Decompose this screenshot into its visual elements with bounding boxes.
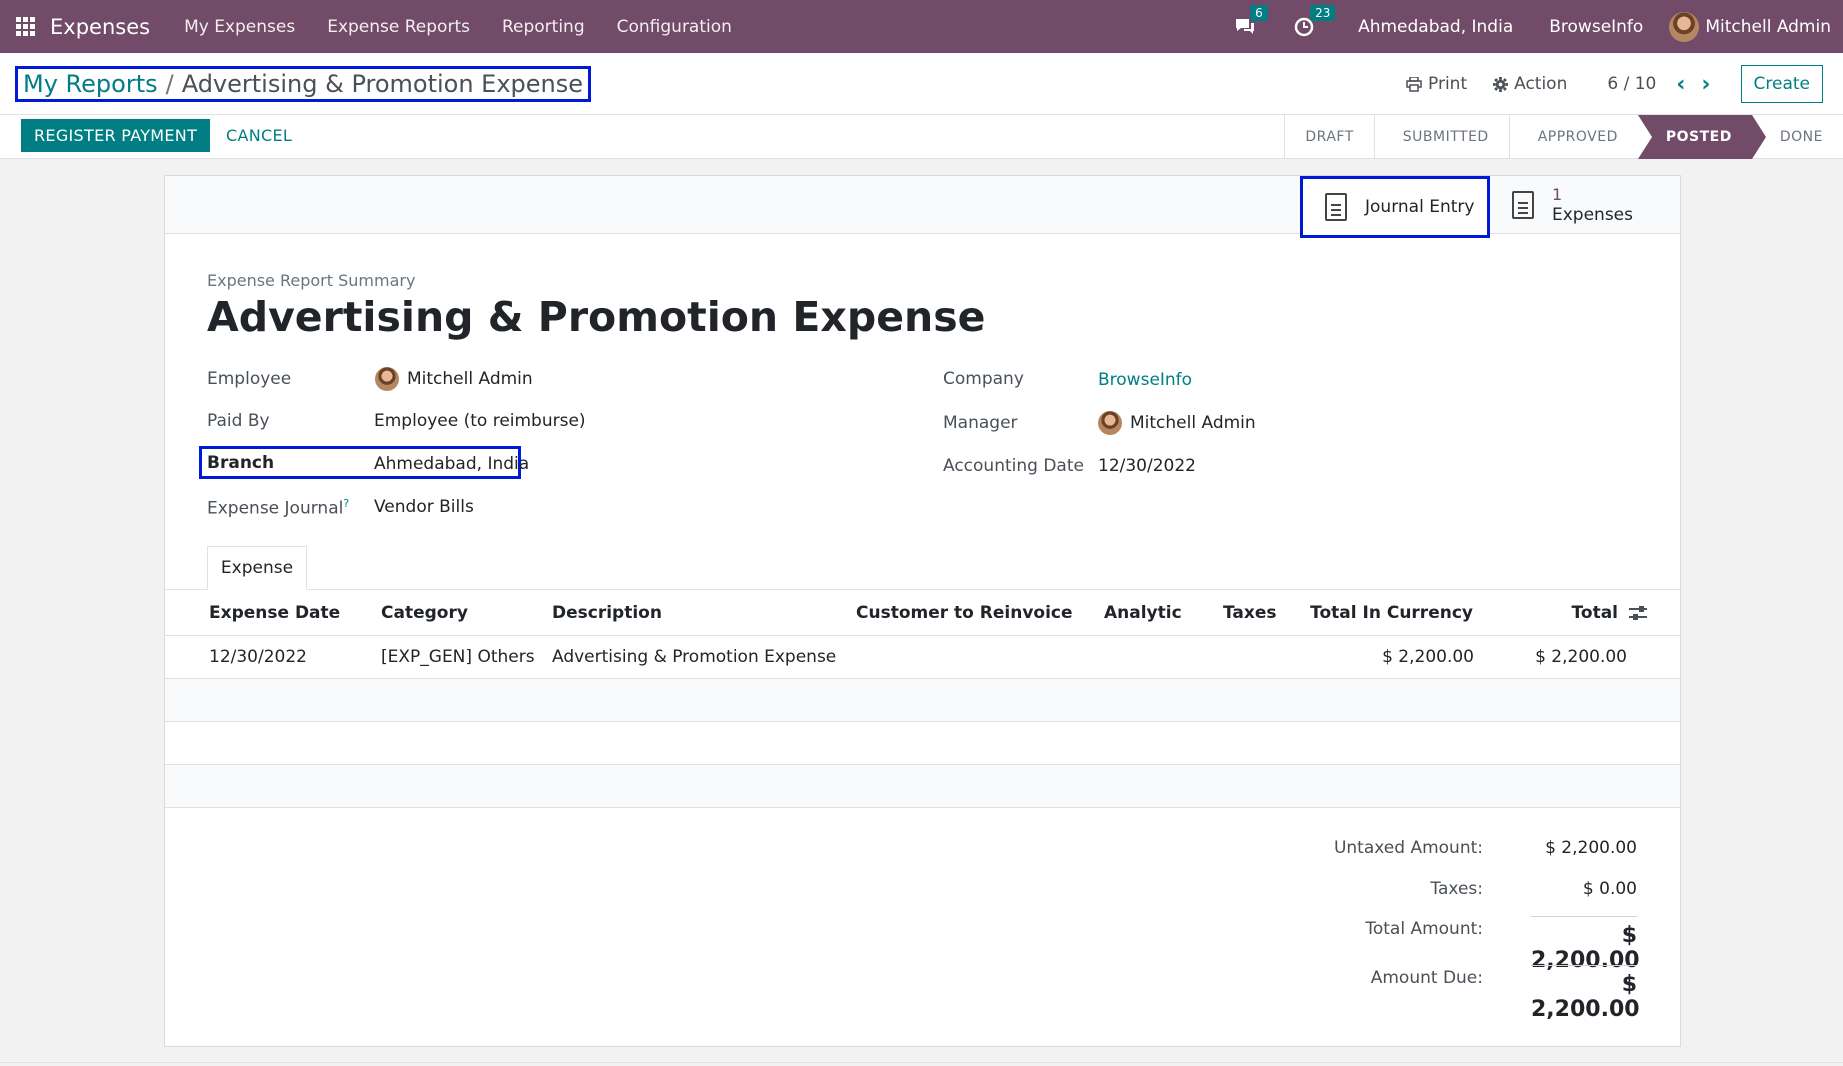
smart-button-box: Journal Entry 1 Expenses xyxy=(165,176,1680,238)
help-icon[interactable]: ? xyxy=(343,497,349,510)
pager-next-icon[interactable]: › xyxy=(1701,72,1710,97)
user-avatar xyxy=(1669,11,1700,42)
form-sheet: Journal Entry 1 Expenses Expense Report … xyxy=(164,175,1681,1047)
expense-journal-field[interactable]: Vendor Bills xyxy=(374,497,474,517)
user-menu[interactable]: Mitchell Admin xyxy=(1669,11,1843,42)
table-row-empty xyxy=(165,765,1680,808)
breadcrumb: My Reports / Advertising & Promotion Exp… xyxy=(15,66,592,102)
amount-due-label: Amount Due: xyxy=(1370,968,1483,988)
manager-value: Mitchell Admin xyxy=(1130,413,1256,433)
messages-button[interactable]: 6 xyxy=(1234,4,1268,37)
action-label: Action xyxy=(1514,74,1568,94)
expenses-smart-button[interactable]: 1 Expenses xyxy=(1512,176,1680,234)
user-name: Mitchell Admin xyxy=(1705,16,1831,37)
manager-avatar xyxy=(1098,411,1122,435)
row-description: Advertising & Promotion Expense xyxy=(552,647,837,667)
company-label: Company xyxy=(943,369,1024,389)
amount-due-value: $ 2,200.00 xyxy=(1531,965,1640,1022)
accounting-date-label: Accounting Date xyxy=(943,456,1084,476)
col-category[interactable]: Category xyxy=(381,603,468,623)
company-field[interactable]: BrowseInfo xyxy=(1098,370,1192,390)
expenses-count: 1 xyxy=(1552,185,1563,204)
menu-expense-reports[interactable]: Expense Reports xyxy=(311,17,486,37)
table-row[interactable]: 12/30/2022 [EXP_GEN] Others Advertising … xyxy=(165,636,1680,679)
stage-submitted[interactable]: SUBMITTED xyxy=(1373,115,1509,159)
register-payment-button[interactable]: REGISTER PAYMENT xyxy=(21,119,211,152)
paid-by-label: Paid By xyxy=(207,411,270,431)
tab-expense[interactable]: Expense xyxy=(207,546,307,590)
expenses-label: Expenses xyxy=(1552,205,1633,225)
stage-approved[interactable]: APPROVED xyxy=(1508,115,1638,159)
employee-avatar xyxy=(375,367,399,391)
table-row-empty xyxy=(165,679,1680,722)
gear-icon xyxy=(1493,76,1509,92)
pager-value[interactable]: 6 / 10 xyxy=(1607,74,1656,94)
top-navbar: Expenses My Expenses Expense Reports Rep… xyxy=(0,0,1843,53)
action-button[interactable]: Action xyxy=(1493,74,1567,94)
breadcrumb-separator: / xyxy=(165,70,174,98)
untaxed-amount-label: Untaxed Amount: xyxy=(1333,838,1483,858)
document-icon xyxy=(1512,191,1534,219)
print-icon xyxy=(1406,76,1422,92)
employee-label: Employee xyxy=(207,369,292,389)
page-title: Advertising & Promotion Expense xyxy=(207,293,986,341)
stage-posted[interactable]: POSTED xyxy=(1637,115,1766,159)
expense-journal-label: Expense Journal? xyxy=(207,497,349,519)
messages-count-badge: 6 xyxy=(1250,4,1268,21)
app-name[interactable]: Expenses xyxy=(50,15,150,39)
menu-my-expenses[interactable]: My Expenses xyxy=(168,17,311,37)
manager-label: Manager xyxy=(943,413,1018,433)
row-total: $ 2,200.00 xyxy=(1535,647,1627,667)
employee-field[interactable]: Mitchell Admin xyxy=(375,367,533,391)
taxes-label: Taxes: xyxy=(1430,879,1483,899)
chatter-divider xyxy=(0,1062,1843,1063)
table-row-empty xyxy=(165,722,1680,765)
menu-reporting[interactable]: Reporting xyxy=(486,17,601,37)
col-analytic[interactable]: Analytic xyxy=(1104,603,1182,623)
breadcrumb-my-reports[interactable]: My Reports xyxy=(23,70,158,98)
print-label: Print xyxy=(1428,74,1468,94)
menu-configuration[interactable]: Configuration xyxy=(601,17,748,37)
row-total-in-currency: $ 2,200.00 xyxy=(1382,647,1474,667)
employee-value: Mitchell Admin xyxy=(407,369,533,389)
total-amount-label: Total Amount: xyxy=(1365,919,1483,939)
taxes-value: $ 0.00 xyxy=(1582,879,1637,899)
col-total[interactable]: Total xyxy=(1572,603,1618,623)
apps-menu-icon[interactable] xyxy=(0,0,50,53)
paid-by-field[interactable]: Employee (to reimburse) xyxy=(374,411,586,431)
document-icon xyxy=(1325,193,1347,221)
activities-count-badge: 23 xyxy=(1310,4,1336,21)
manager-field[interactable]: Mitchell Admin xyxy=(1098,411,1256,435)
control-panel: My Reports / Advertising & Promotion Exp… xyxy=(0,53,1843,115)
create-button[interactable]: Create xyxy=(1740,65,1823,103)
col-expense-date[interactable]: Expense Date xyxy=(209,603,340,623)
cancel-button[interactable]: CANCEL xyxy=(226,119,292,152)
column-settings-icon[interactable] xyxy=(1629,606,1647,620)
branch-field[interactable]: Ahmedabad, India xyxy=(374,454,529,474)
journal-entry-button[interactable]: Journal Entry xyxy=(1300,176,1490,238)
branch-label: Branch xyxy=(207,453,275,473)
stage-draft[interactable]: DRAFT xyxy=(1284,115,1373,159)
expense-journal-label-text: Expense Journal xyxy=(207,498,344,519)
untaxed-amount-value: $ 2,200.00 xyxy=(1545,838,1637,858)
col-total-in-currency[interactable]: Total In Currency xyxy=(1310,603,1473,623)
col-customer-reinvoice[interactable]: Customer to Reinvoice xyxy=(856,603,1073,623)
status-bar: REGISTER PAYMENT CANCEL DRAFT SUBMITTED … xyxy=(0,115,1843,159)
expense-table-header: Expense Date Category Description Custom… xyxy=(165,590,1680,636)
company-switcher[interactable]: BrowseInfo xyxy=(1535,17,1657,37)
stage-pipeline: DRAFT SUBMITTED APPROVED POSTED DONE xyxy=(1284,115,1843,159)
col-taxes[interactable]: Taxes xyxy=(1223,603,1277,623)
pager-previous-icon[interactable]: ‹ xyxy=(1676,72,1685,97)
breadcrumb-current: Advertising & Promotion Expense xyxy=(181,70,584,98)
accounting-date-field[interactable]: 12/30/2022 xyxy=(1098,456,1196,476)
row-expense-date: 12/30/2022 xyxy=(209,647,307,667)
branch-switcher[interactable]: Ahmedabad, India xyxy=(1344,17,1527,37)
journal-entry-label: Journal Entry xyxy=(1365,197,1475,217)
form-subtitle: Expense Report Summary xyxy=(207,271,416,290)
row-category: [EXP_GEN] Others xyxy=(381,647,535,667)
print-button[interactable]: Print xyxy=(1406,74,1467,94)
activities-button[interactable]: 23 xyxy=(1294,4,1336,37)
col-description[interactable]: Description xyxy=(552,603,662,623)
